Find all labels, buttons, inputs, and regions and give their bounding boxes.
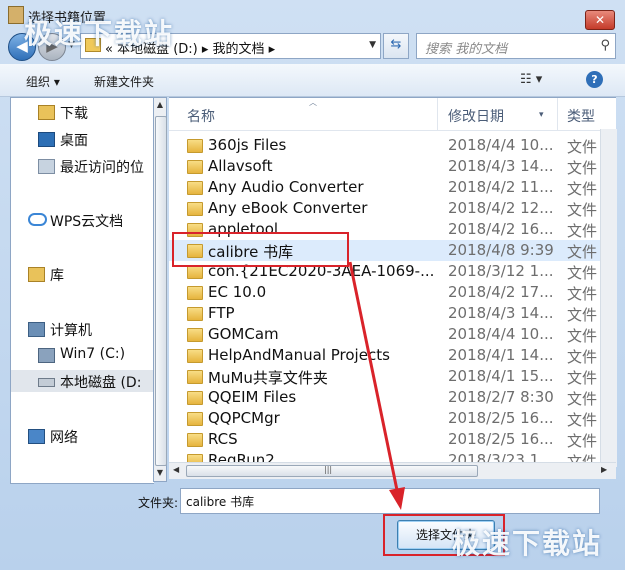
- watermark-top: 极速下载站: [24, 17, 175, 50]
- watermark-bottom: 极速下载站: [452, 527, 603, 560]
- arrow-head: [389, 487, 405, 510]
- dialog-window: 选择书籍位置 ✕ ◀ ▶ ▼ « 本地磁盘 (D:) ▸ 我的文档 ▸ ▼ ⇆ …: [0, 0, 625, 570]
- annotation-arrow: [348, 261, 405, 510]
- arrow-line: [348, 261, 400, 496]
